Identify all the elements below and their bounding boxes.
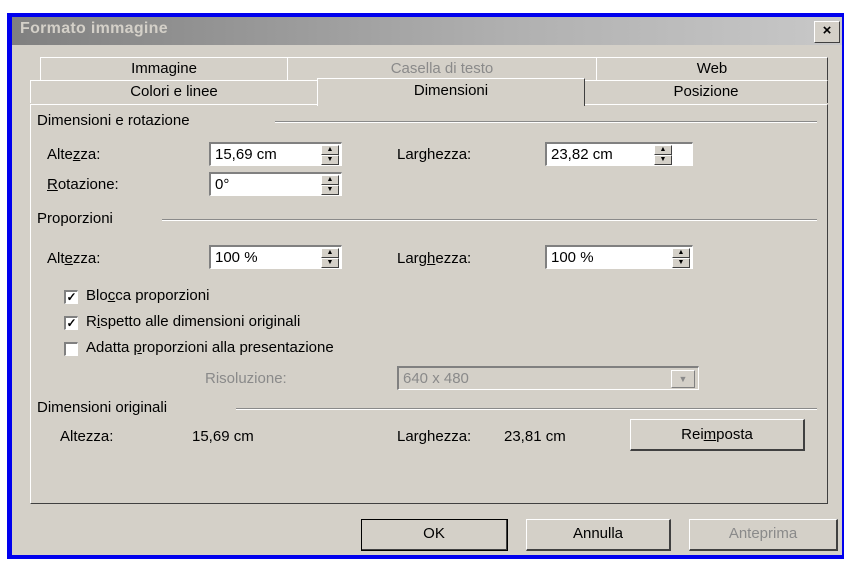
spin-down-icon[interactable]: ▼: [672, 258, 690, 268]
fit-presentation-label[interactable]: Adatta proporzioni alla presentazione: [86, 339, 334, 356]
spin-up-icon[interactable]: ▲: [672, 248, 690, 258]
preview-button: Anteprima: [689, 519, 838, 551]
height-value: 15,69 cm: [215, 146, 277, 163]
spin-down-icon[interactable]: ▼: [654, 155, 672, 165]
original-width-label: Larghezza:: [397, 428, 472, 445]
tab-web[interactable]: Web: [596, 57, 828, 80]
window-title: Formato immagine: [20, 20, 168, 37]
spin-up-icon[interactable]: ▲: [321, 145, 339, 155]
original-height-value: 15,69 cm: [192, 428, 254, 445]
width-spinner[interactable]: ▲ ▼: [654, 145, 672, 165]
tab-posizione[interactable]: Posizione: [584, 80, 828, 103]
scale-height-field[interactable]: 100 % ▲ ▼: [209, 245, 342, 269]
resolution-select: 640 x 480 ▼: [397, 366, 699, 390]
close-icon: ×: [822, 22, 832, 39]
scale-width-spinner[interactable]: ▲ ▼: [672, 248, 690, 268]
section-divider: [162, 219, 817, 221]
check-icon: ✓: [66, 316, 77, 330]
tab-label: Dimensioni: [413, 82, 489, 99]
scale-height-label: Altezza:: [47, 250, 101, 267]
rotation-value: 0°: [215, 176, 230, 193]
tab-casella-di-testo: Casella di testo: [287, 57, 597, 80]
check-icon: ✓: [66, 290, 77, 304]
scale-height-value: 100 %: [215, 249, 258, 266]
width-label: Larghezza:: [397, 146, 472, 163]
section-title-proportions: Proporzioni: [37, 210, 113, 227]
spin-down-icon[interactable]: ▼: [321, 155, 339, 165]
tab-label: Posizione: [673, 83, 739, 100]
spin-up-icon[interactable]: ▲: [321, 248, 339, 258]
rotation-field[interactable]: 0° ▲ ▼: [209, 172, 342, 196]
lock-aspect-checkbox[interactable]: ✓: [64, 290, 78, 304]
fit-presentation-checkbox[interactable]: [64, 342, 78, 356]
rotation-spinner[interactable]: ▲ ▼: [321, 175, 339, 195]
dropdown-arrow-icon: ▼: [671, 370, 695, 388]
tab-label: Casella di testo: [390, 60, 494, 77]
section-title-original: Dimensioni originali: [37, 399, 168, 416]
tab-label: Immagine: [131, 60, 197, 77]
scale-width-value: 100 %: [551, 249, 594, 266]
relative-original-label[interactable]: Rispetto alle dimensioni originali: [86, 313, 300, 330]
lock-aspect-label[interactable]: Blocca proporzioni: [86, 287, 209, 304]
width-field[interactable]: 23,82 cm ▲ ▼: [545, 142, 693, 166]
section-divider: [275, 121, 817, 123]
spin-down-icon[interactable]: ▼: [321, 258, 339, 268]
tab-label: Colori e linee: [130, 83, 218, 100]
tab-label: Web: [696, 60, 728, 77]
height-field[interactable]: 15,69 cm ▲ ▼: [209, 142, 342, 166]
scale-height-spinner[interactable]: ▲ ▼: [321, 248, 339, 268]
rotation-label: Rotazione:: [47, 176, 119, 193]
scale-width-label: Larghezza:: [397, 250, 472, 267]
relative-original-checkbox[interactable]: ✓: [64, 316, 78, 330]
width-value: 23,82 cm: [551, 146, 613, 163]
original-height-label: Altezza:: [60, 428, 114, 445]
tab-colori-e-linee[interactable]: Colori e linee: [30, 80, 318, 103]
reset-button[interactable]: Reimposta: [630, 419, 805, 451]
spin-down-icon[interactable]: ▼: [321, 185, 339, 195]
section-divider: [236, 408, 817, 410]
tab-immagine[interactable]: Immagine: [40, 57, 288, 80]
scale-width-field[interactable]: 100 % ▲ ▼: [545, 245, 693, 269]
spin-up-icon[interactable]: ▲: [654, 145, 672, 155]
resolution-label: Risoluzione:: [205, 370, 287, 387]
height-label: Altezza:: [47, 146, 101, 163]
cancel-button[interactable]: Annulla: [526, 519, 671, 551]
spin-up-icon[interactable]: ▲: [321, 175, 339, 185]
resolution-value: 640 x 480: [403, 370, 469, 387]
section-title-size: Dimensioni e rotazione: [37, 112, 190, 129]
tab-dimensioni[interactable]: Dimensioni: [317, 78, 585, 106]
original-width-value: 23,81 cm: [504, 428, 566, 445]
height-spinner[interactable]: ▲ ▼: [321, 145, 339, 165]
ok-button[interactable]: OK: [361, 519, 508, 551]
close-button[interactable]: ×: [814, 21, 840, 43]
